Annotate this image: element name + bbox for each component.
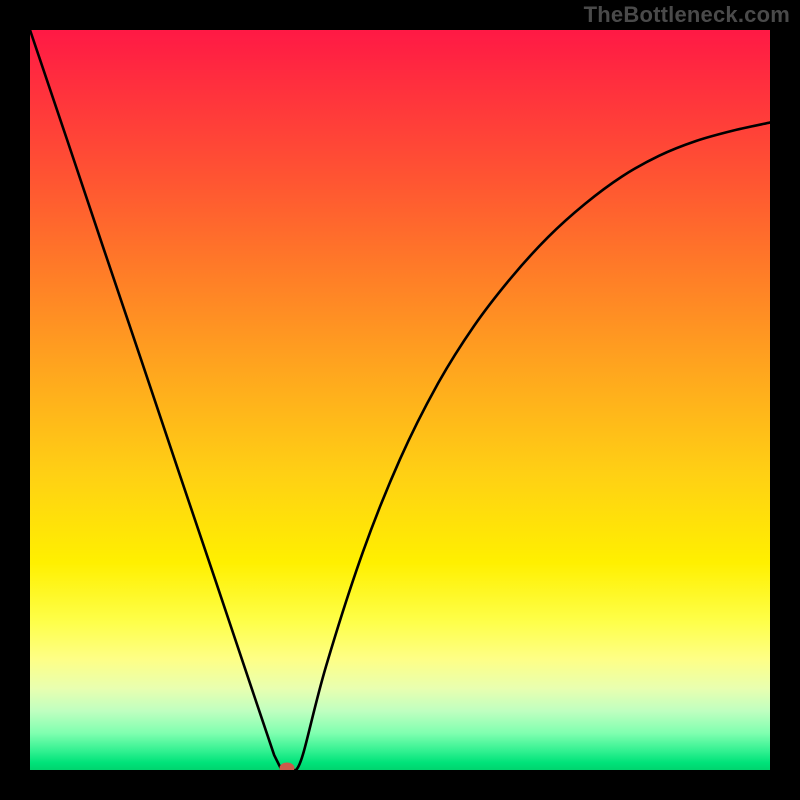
watermark-text: TheBottleneck.com — [584, 2, 790, 28]
plot-area — [30, 30, 770, 770]
curve-path — [30, 30, 770, 770]
bottleneck-curve — [30, 30, 770, 770]
chart-frame: TheBottleneck.com — [0, 0, 800, 800]
optimum-marker-icon — [279, 762, 294, 770]
